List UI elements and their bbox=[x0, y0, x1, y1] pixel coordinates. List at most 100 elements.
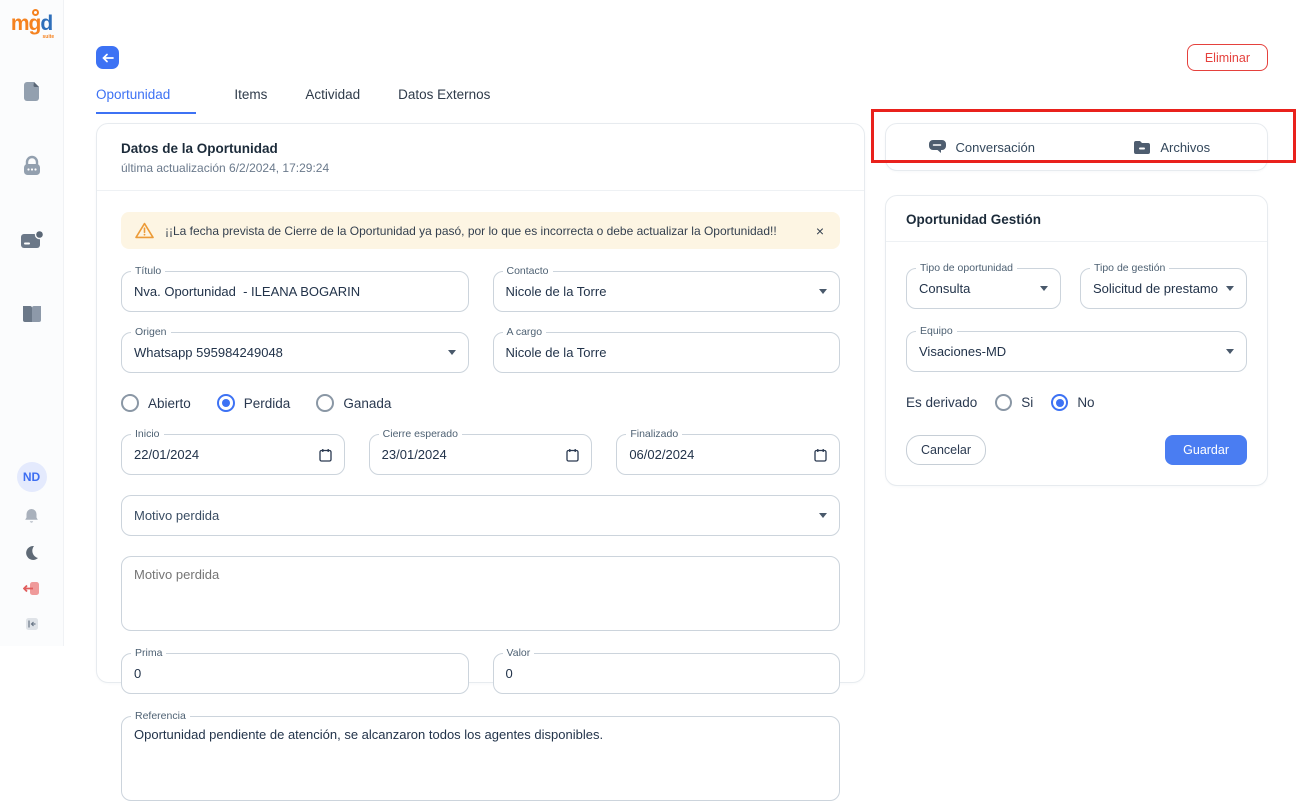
sidebar-item-documents[interactable] bbox=[20, 80, 44, 104]
cancel-button[interactable]: Cancelar bbox=[906, 435, 986, 465]
tab-oportunidad[interactable]: Oportunidad bbox=[96, 87, 196, 114]
cierre-esperado-label: Cierre esperado bbox=[379, 428, 462, 440]
origen-value: Whatsapp 595984249048 bbox=[134, 345, 440, 360]
gestion-title: Oportunidad Gestión bbox=[906, 212, 1247, 227]
radio-perdida-label: Perdida bbox=[244, 396, 291, 411]
prima-input[interactable] bbox=[134, 666, 456, 681]
inicio-field[interactable]: Inicio 22/01/2024 bbox=[121, 434, 345, 475]
radio-abierto-label: Abierto bbox=[148, 396, 191, 411]
contacto-field[interactable]: Contacto Nicole de la Torre bbox=[493, 271, 841, 312]
book-icon bbox=[21, 304, 43, 324]
es-derivado-label: Es derivado bbox=[906, 395, 977, 410]
inicio-label: Inicio bbox=[131, 428, 164, 440]
equipo-value: Visaciones-MD bbox=[919, 344, 1218, 359]
contacto-label: Contacto bbox=[503, 265, 553, 277]
tab-actividad[interactable]: Actividad bbox=[305, 87, 360, 114]
radio-ganada[interactable]: Ganada bbox=[316, 394, 391, 412]
radio-si-label: Si bbox=[1021, 395, 1033, 410]
app-logo[interactable]: mgd suite bbox=[11, 12, 52, 36]
tab-datos-externos[interactable]: Datos Externos bbox=[398, 87, 490, 114]
tipo-gestion-field[interactable]: Tipo de gestión Solicitud de prestamo bbox=[1080, 268, 1247, 309]
radio-circle[interactable] bbox=[121, 394, 139, 412]
logout-button[interactable] bbox=[20, 576, 44, 600]
logo-dot bbox=[32, 9, 39, 16]
sidebar: mgd suite bbox=[0, 0, 64, 646]
radio-si[interactable]: Si bbox=[995, 394, 1033, 411]
radio-no[interactable]: No bbox=[1051, 394, 1094, 411]
titulo-field[interactable]: Título bbox=[121, 271, 469, 312]
conversation-label: Conversación bbox=[956, 140, 1036, 155]
save-button[interactable]: Guardar bbox=[1165, 435, 1247, 465]
document-icon bbox=[21, 81, 42, 103]
warning-banner: ¡¡La fecha prevista de Cierre de la Opor… bbox=[121, 212, 840, 249]
equipo-label: Equipo bbox=[916, 325, 957, 337]
right-panel: Conversación Archivos Oportunidad Gestió… bbox=[885, 123, 1268, 486]
radio-perdida[interactable]: Perdida bbox=[217, 394, 291, 412]
origen-field[interactable]: Origen Whatsapp 595984249048 bbox=[121, 332, 469, 373]
radio-circle[interactable] bbox=[995, 394, 1012, 411]
dark-mode-toggle[interactable] bbox=[20, 540, 44, 564]
last-update-text: última actualización 6/2/2024, 17:29:24 bbox=[121, 161, 840, 175]
tipo-oportunidad-field[interactable]: Tipo de oportunidad Consulta bbox=[906, 268, 1061, 309]
status-radio-group: Abierto Perdida Ganada bbox=[121, 394, 840, 412]
tab-bar: Oportunidad Items Actividad Datos Extern… bbox=[96, 87, 1268, 114]
motivo-perdida-select[interactable]: Motivo perdida bbox=[121, 495, 840, 536]
referencia-field[interactable]: Referencia Oportunidad pendiente de aten… bbox=[121, 716, 840, 801]
chat-icon bbox=[928, 139, 947, 156]
radio-circle[interactable] bbox=[316, 394, 334, 412]
radio-ganada-label: Ganada bbox=[343, 396, 391, 411]
titulo-input[interactable] bbox=[134, 284, 456, 299]
tipo-gestion-value: Solicitud de prestamo bbox=[1093, 281, 1218, 296]
gestion-card: Oportunidad Gestión Tipo de oportunidad … bbox=[885, 195, 1268, 486]
conversation-button[interactable]: Conversación bbox=[886, 124, 1077, 170]
radio-abierto[interactable]: Abierto bbox=[121, 394, 191, 412]
finalizado-label: Finalizado bbox=[626, 428, 682, 440]
tipo-oportunidad-value: Consulta bbox=[919, 281, 1032, 296]
user-avatar[interactable]: ND bbox=[17, 462, 47, 492]
close-warning-icon[interactable]: × bbox=[814, 224, 826, 238]
a-cargo-input[interactable] bbox=[506, 345, 828, 360]
back-button[interactable] bbox=[96, 46, 119, 69]
files-button[interactable]: Archivos bbox=[1077, 124, 1268, 170]
tab-items[interactable]: Items bbox=[234, 87, 267, 114]
finalizado-field[interactable]: Finalizado 06/02/2024 bbox=[616, 434, 840, 475]
chevron-down-icon bbox=[1226, 349, 1234, 354]
notifications-button[interactable] bbox=[20, 504, 44, 528]
sidebar-item-catalog[interactable] bbox=[20, 302, 44, 326]
folder-icon bbox=[1133, 140, 1151, 155]
opportunity-data-card: Datos de la Oportunidad última actualiza… bbox=[96, 123, 865, 683]
delete-button[interactable]: Eliminar bbox=[1187, 44, 1268, 71]
referencia-textarea[interactable]: Oportunidad pendiente de atención, se al… bbox=[134, 727, 827, 785]
motivo-perdida-textarea-wrap[interactable] bbox=[121, 556, 840, 631]
origen-label: Origen bbox=[131, 326, 171, 338]
radio-circle-selected[interactable] bbox=[1051, 394, 1068, 411]
es-derivado-group: Es derivado Si No bbox=[906, 394, 1247, 411]
a-cargo-label: A cargo bbox=[503, 326, 547, 338]
arrow-left-icon bbox=[102, 53, 114, 63]
sidebar-item-payments[interactable] bbox=[20, 228, 44, 252]
calendar-icon[interactable] bbox=[566, 448, 579, 462]
valor-field[interactable]: Valor bbox=[493, 653, 841, 694]
inicio-value: 22/01/2024 bbox=[134, 447, 311, 462]
motivo-perdida-textarea[interactable] bbox=[134, 567, 827, 615]
prima-field[interactable]: Prima bbox=[121, 653, 469, 694]
collapse-sidebar-icon bbox=[25, 617, 39, 631]
cierre-esperado-value: 23/01/2024 bbox=[382, 447, 559, 462]
chevron-down-icon bbox=[448, 350, 456, 355]
logo-text-d: d bbox=[40, 12, 52, 35]
equipo-field[interactable]: Equipo Visaciones-MD bbox=[906, 331, 1247, 372]
divider bbox=[97, 190, 864, 191]
sidebar-item-security[interactable] bbox=[20, 154, 44, 178]
radio-circle-selected[interactable] bbox=[217, 394, 235, 412]
warning-text: ¡¡La fecha prevista de Cierre de la Opor… bbox=[165, 224, 803, 238]
logout-icon bbox=[23, 581, 40, 596]
a-cargo-field[interactable]: A cargo bbox=[493, 332, 841, 373]
calendar-icon[interactable] bbox=[814, 448, 827, 462]
calendar-icon[interactable] bbox=[319, 448, 332, 462]
motivo-perdida-select-placeholder: Motivo perdida bbox=[134, 508, 811, 523]
valor-input[interactable] bbox=[506, 666, 828, 681]
cierre-esperado-field[interactable]: Cierre esperado 23/01/2024 bbox=[369, 434, 593, 475]
collapse-sidebar-button[interactable] bbox=[20, 612, 44, 636]
chevron-down-icon bbox=[819, 289, 827, 294]
card-icon bbox=[20, 229, 44, 251]
